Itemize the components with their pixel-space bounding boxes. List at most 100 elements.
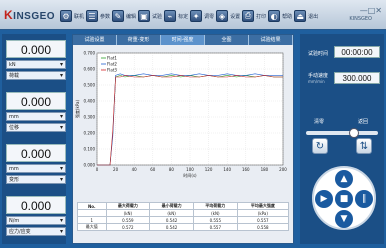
x-tick-label: 140 (223, 167, 231, 172)
brand-label: KINSGEO (349, 16, 372, 22)
return-label: 返回 (358, 119, 369, 125)
main-panel: 试验设置 荷重-变形 时间-强度 全图 试验结果 0 20 40 60 80 100 120 140 1… (72, 34, 294, 244)
toolbar-button[interactable]: ◈ (216, 10, 229, 22)
legend-label: Flat1 (107, 56, 117, 61)
x-tick-label: 120 (205, 167, 213, 172)
x-tick-label: 200 (279, 167, 287, 172)
direction-pad: ▲ ▼ ▶ ■ ∥ (312, 166, 376, 230)
x-tick-label: 20 (113, 167, 119, 172)
unit-select[interactable]: mm (6, 164, 66, 173)
toolbar-button[interactable]: ⚙ (60, 10, 72, 22)
toolbar-button[interactable]: ✦ (190, 10, 203, 22)
unit-select[interactable]: mm (6, 112, 66, 121)
slider-knob[interactable] (349, 128, 360, 138)
forward-button[interactable]: ▶ (315, 190, 333, 208)
channel-select[interactable]: 应力/应变 (6, 227, 66, 236)
x-tick-label: 0 (96, 167, 99, 172)
tab[interactable]: 荷重-变形 (117, 35, 161, 45)
tab[interactable]: 试验设置 (73, 35, 117, 45)
channel-select[interactable]: 变形 (6, 175, 66, 184)
table-cell: 1 (77, 216, 107, 224)
readout-value: 0.000 (6, 196, 66, 214)
column-header: 最小荷载力 (149, 202, 194, 210)
y-axis-label: 强度(kPa) (74, 100, 80, 119)
app-logo: KINSGEO (4, 8, 56, 22)
unit-cell (77, 209, 107, 217)
readout-value: 0.000 (6, 92, 66, 110)
table-cell: 0.542 (149, 223, 194, 231)
right-control-panel: 试验时间 00:00:00 手动速度 mm/min 300.000 清零 返回 … (300, 34, 384, 244)
toolbar-label: 帮助 (282, 13, 293, 20)
y-tick-label: 0.100 (84, 147, 96, 152)
column-header: 平均最大强度 (236, 202, 290, 210)
y-tick-label: 0.500 (84, 83, 96, 88)
table-cell: 0.557 (236, 216, 290, 224)
toolbar-button[interactable]: ⎙ (242, 10, 255, 22)
unit-cell: (kN) (192, 209, 238, 217)
toolbar-button[interactable]: ◐ (268, 10, 281, 22)
y-tick-label: 0.400 (84, 99, 96, 104)
x-tick-label: 180 (261, 167, 269, 172)
speed-label: 手动速度 (308, 73, 329, 79)
up-button[interactable]: ▲ (335, 170, 353, 188)
tab[interactable]: 试验结果 (249, 35, 293, 45)
toolbar-label: 调零 (204, 13, 215, 20)
x-tick-label: 100 (186, 167, 194, 172)
channel-select[interactable]: 位移 (6, 123, 66, 132)
channel-select[interactable]: 荷载 (6, 71, 66, 80)
tab-bar: 试验设置 荷重-变形 时间-强度 全图 试验结果 (73, 35, 293, 45)
toolbar-label: 设置 (230, 13, 241, 20)
toolbar-label: 标定 (178, 13, 189, 20)
clear-button[interactable]: ↻ (312, 138, 328, 154)
toolbar-label: 联机 (74, 13, 85, 20)
column-header: 最大荷载力 (105, 202, 151, 210)
unit-select[interactable]: N/m (6, 216, 66, 225)
results-table: No. 最大荷载力 最小荷载力 平均荷载力 平均最大强度 (kN) (kN) (kN) (kPa… (77, 202, 290, 231)
table-header-row: No. 最大荷载力 最小荷载力 平均荷载力 平均最大强度 (77, 202, 290, 210)
toolbar-button[interactable]: ⌁ (164, 10, 177, 22)
readout-load: 0.000 kN 荷载 (6, 40, 66, 80)
readout-value: 0.000 (6, 40, 66, 58)
speed-input[interactable]: 300.000 (334, 72, 380, 84)
speed-unit: mm/min (308, 79, 325, 84)
toolbar-button[interactable]: ▣ (138, 10, 151, 22)
table-row[interactable]: 最大值 0.572 0.542 0.557 0.558 (77, 223, 290, 231)
toolbar-label: 退出 (308, 13, 319, 20)
left-readout-panel: 0.000 kN 荷载 0.000 mm 位移 0.000 mm 变形 0.00… (2, 34, 66, 244)
tab[interactable]: 全图 (205, 35, 249, 45)
y-tick-label: 0.700 (84, 51, 96, 56)
down-button[interactable]: ▼ (335, 210, 353, 228)
return-button[interactable]: ⇅ (356, 138, 372, 154)
y-tick-label: 0.200 (84, 131, 96, 136)
legend-label: Flat2 (107, 62, 117, 67)
time-display: 00:00:00 (334, 46, 380, 58)
pause-button[interactable]: ∥ (355, 190, 373, 208)
toolbar-label: 试验 (152, 13, 163, 20)
window-controls[interactable]: —□✕ (360, 6, 382, 15)
x-axis-label: 时间(s) (183, 172, 197, 178)
unit-cell: (kN) (149, 209, 194, 217)
toolbar-button[interactable]: ⏏ (294, 10, 307, 22)
column-header: 平均荷载力 (192, 202, 238, 210)
table-row[interactable]: 1 0.559 0.542 0.555 0.557 (77, 216, 290, 224)
stop-button[interactable]: ■ (335, 190, 353, 208)
toolbar-button[interactable]: ✎ (112, 10, 125, 22)
readout-stress: 0.000 N/m 应力/应变 (6, 196, 66, 236)
toolbar-button[interactable]: ☰ (86, 10, 99, 22)
table-cell: 0.572 (105, 223, 151, 231)
y-tick-label: 0.600 (84, 67, 96, 72)
readout-value: 0.000 (6, 144, 66, 162)
strength-time-chart: 0 20 40 60 80 100 120 140 160 180 200 0.000 0.100 0.2… (74, 51, 287, 179)
unit-select[interactable]: kN (6, 60, 66, 69)
unit-cell: (kPa) (236, 209, 290, 217)
tab[interactable]: 时间-强度 (161, 35, 205, 45)
table-unit-row: (kN) (kN) (kN) (kPa) (77, 209, 290, 217)
speed-slider[interactable] (306, 128, 378, 138)
x-tick-label: 40 (132, 167, 138, 172)
toolbar: ⚙ 联机 ☰ 参数 ✎ 编辑 ▣ 试验 ⌁ 标定 ✦ 调零 ◈ 设置 ⎙ 打印 ◐ 帮助 ⏏ 退出 (60, 8, 318, 24)
time-label: 试验时间 (308, 51, 329, 57)
toolbar-label: 打印 (256, 13, 267, 20)
column-header: No. (77, 202, 107, 210)
table-cell: 0.559 (105, 216, 151, 224)
readout-deformation: 0.000 mm 变形 (6, 144, 66, 184)
